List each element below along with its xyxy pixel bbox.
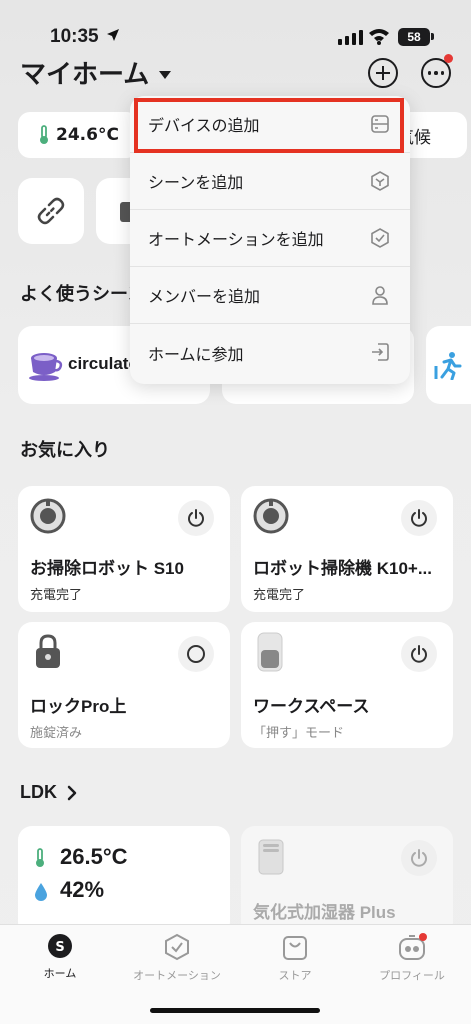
status-bar: 10:35 58	[0, 0, 471, 60]
device-name: お掃除ロボット S10	[30, 559, 184, 578]
automation-icon	[165, 933, 189, 961]
menu-item-label: メンバーを追加	[148, 289, 261, 306]
tab-label: ホーム	[43, 967, 77, 980]
home-indicator	[150, 1008, 320, 1013]
link-icon	[37, 197, 65, 225]
tab-label: ストア	[278, 969, 312, 982]
power-button[interactable]	[401, 636, 437, 672]
running-person-icon	[434, 352, 462, 380]
robot-vacuum-icon	[253, 498, 289, 534]
robot-vacuum-icon	[30, 498, 66, 534]
power-icon	[411, 849, 427, 867]
shopping-bag-icon	[283, 936, 307, 960]
menu-item-join-home[interactable]: ホームに参加	[130, 324, 410, 381]
tab-automation[interactable]: オートメーション	[122, 933, 232, 983]
device-card-lock[interactable]: ロックPro上 施錠済み	[18, 622, 230, 748]
device-card-workspace[interactable]: ワークスペース 「押す」モード	[241, 622, 453, 748]
room-temperature: 26.5°C	[60, 844, 128, 869]
bot-switch-icon	[257, 632, 283, 672]
lock-icon	[36, 634, 60, 668]
thermometer-icon	[40, 125, 48, 144]
add-button[interactable]	[368, 58, 398, 88]
device-name: ロックPro上	[30, 697, 127, 716]
favorites-title: お気に入り	[20, 440, 110, 460]
power-button[interactable]	[178, 500, 214, 536]
room-humidity: 42%	[60, 877, 105, 902]
device-name: ワークスペース	[253, 697, 370, 716]
home-logo-icon: S	[48, 934, 72, 958]
notification-dot	[444, 54, 453, 63]
humidifier-icon	[258, 839, 284, 875]
location-arrow-icon	[107, 29, 119, 41]
home-selector[interactable]: マイホーム	[20, 54, 172, 91]
battery-icon: 58	[398, 28, 430, 46]
room-climate-card[interactable]: 26.5°C 42%	[18, 826, 230, 936]
power-icon	[188, 509, 204, 527]
device-card-humidifier[interactable]: 気化式加湿器 Plus	[241, 826, 453, 936]
home-title: マイホーム	[20, 60, 150, 90]
battery-nub	[431, 33, 434, 40]
device-name: 気化式加湿器 Plus	[253, 903, 396, 922]
status-time: 10:35	[50, 26, 99, 47]
tab-home[interactable]: S ホーム	[5, 933, 115, 981]
room-title: LDK	[20, 782, 57, 802]
robot-profile-icon	[399, 933, 427, 960]
status-toggle[interactable]	[178, 636, 214, 672]
chevron-right-icon	[67, 785, 77, 800]
scenes-title: よく使うシーン	[20, 284, 146, 304]
weather-temperature: 24.6°C	[56, 125, 119, 145]
caret-down-icon	[159, 70, 172, 79]
menu-item-add-member[interactable]: メンバーを追加	[130, 267, 410, 324]
power-button[interactable]	[401, 840, 437, 876]
weather-card[interactable]: 24.6°C	[18, 112, 138, 158]
tab-profile[interactable]: プロフィール	[357, 933, 467, 983]
menu-item-label: オートメーションを追加	[148, 232, 324, 249]
menu-item-label: シーンを追加	[148, 175, 244, 192]
power-button[interactable]	[401, 500, 437, 536]
scene-card-3[interactable]	[426, 326, 471, 404]
tab-store[interactable]: ストア	[240, 933, 350, 983]
wifi-icon	[369, 29, 389, 45]
menu-item-label: ホームに参加	[148, 346, 244, 364]
cup-icon	[29, 353, 63, 381]
svg-text:S: S	[55, 940, 64, 955]
person-icon	[372, 286, 388, 305]
cellular-signal-icon	[338, 30, 363, 45]
menu-item-add-automation[interactable]: オートメーションを追加	[130, 210, 410, 267]
device-status: 「押す」モード	[253, 726, 345, 741]
power-icon	[411, 509, 427, 527]
device-status: 充電完了	[30, 588, 83, 603]
humidity-drop-icon	[35, 883, 47, 901]
highlight-box	[134, 98, 404, 153]
thermometer-icon	[36, 848, 44, 867]
device-name: ロボット掃除機 K10+...	[253, 559, 433, 578]
device-card-robot-s10[interactable]: お掃除ロボット S10 充電完了	[18, 486, 230, 612]
tab-label: プロフィール	[379, 969, 445, 982]
power-icon	[411, 645, 427, 663]
device-status: 施錠済み	[30, 726, 83, 741]
tab-label: オートメーション	[133, 969, 221, 982]
join-icon	[372, 343, 389, 361]
room-header[interactable]: LDK	[20, 782, 77, 803]
device-card-robot-k10[interactable]: ロボット掃除機 K10+... 充電完了	[241, 486, 453, 612]
device-status: 充電完了	[253, 588, 306, 603]
scene-cube-icon	[371, 171, 389, 191]
link-button[interactable]	[18, 178, 84, 244]
circle-icon	[187, 645, 205, 663]
menu-item-add-scene[interactable]: シーンを追加	[130, 153, 410, 210]
automation-check-icon	[371, 228, 389, 248]
